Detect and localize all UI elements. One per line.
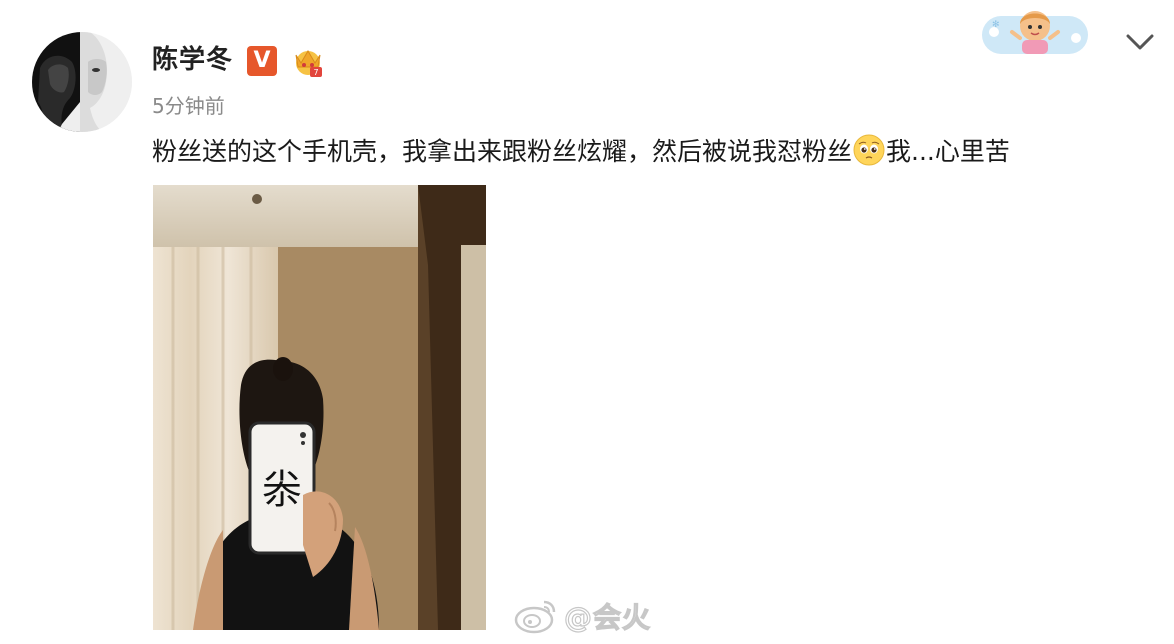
pleading-face-icon [853,134,885,166]
mirror-selfie-image: 尜 [153,185,486,630]
svg-text:✻: ✻ [992,20,1000,30]
post-photo[interactable]: 尜 [153,185,486,630]
svg-text:7: 7 [313,68,318,77]
post-text-part-1: 粉丝送的这个手机壳，我拿出来跟粉丝炫耀，然后被说我怼粉丝 [152,137,853,166]
weibo-logo-icon [514,600,556,634]
profile-decoration-card[interactable]: ✻ [978,2,1092,58]
vip-crown-icon: 7 [295,50,322,77]
chevron-down-icon[interactable] [1124,28,1156,56]
post-timestamp: 5分钟前 [152,94,225,118]
post-text-part-2: 我...心里苦 [886,137,1010,166]
phone-case-character: 尜 [262,467,302,513]
watermark-text: @会火 [563,600,652,634]
avatar-image [32,32,132,132]
watermark: @会火 [514,596,651,636]
verified-v-icon: V [247,46,277,76]
weibo-post: 陈学冬 V 7 5分钟前 ✻ 粉丝送的这个手机壳，我拿出来跟粉丝炫耀，然后被说我… [0,0,1174,644]
post-content: 粉丝送的这个手机壳，我拿出来跟粉丝炫耀，然后被说我怼粉丝 我...心里苦 [152,134,1010,170]
avatar[interactable] [32,32,132,132]
author-name[interactable]: 陈学冬 [152,42,233,78]
